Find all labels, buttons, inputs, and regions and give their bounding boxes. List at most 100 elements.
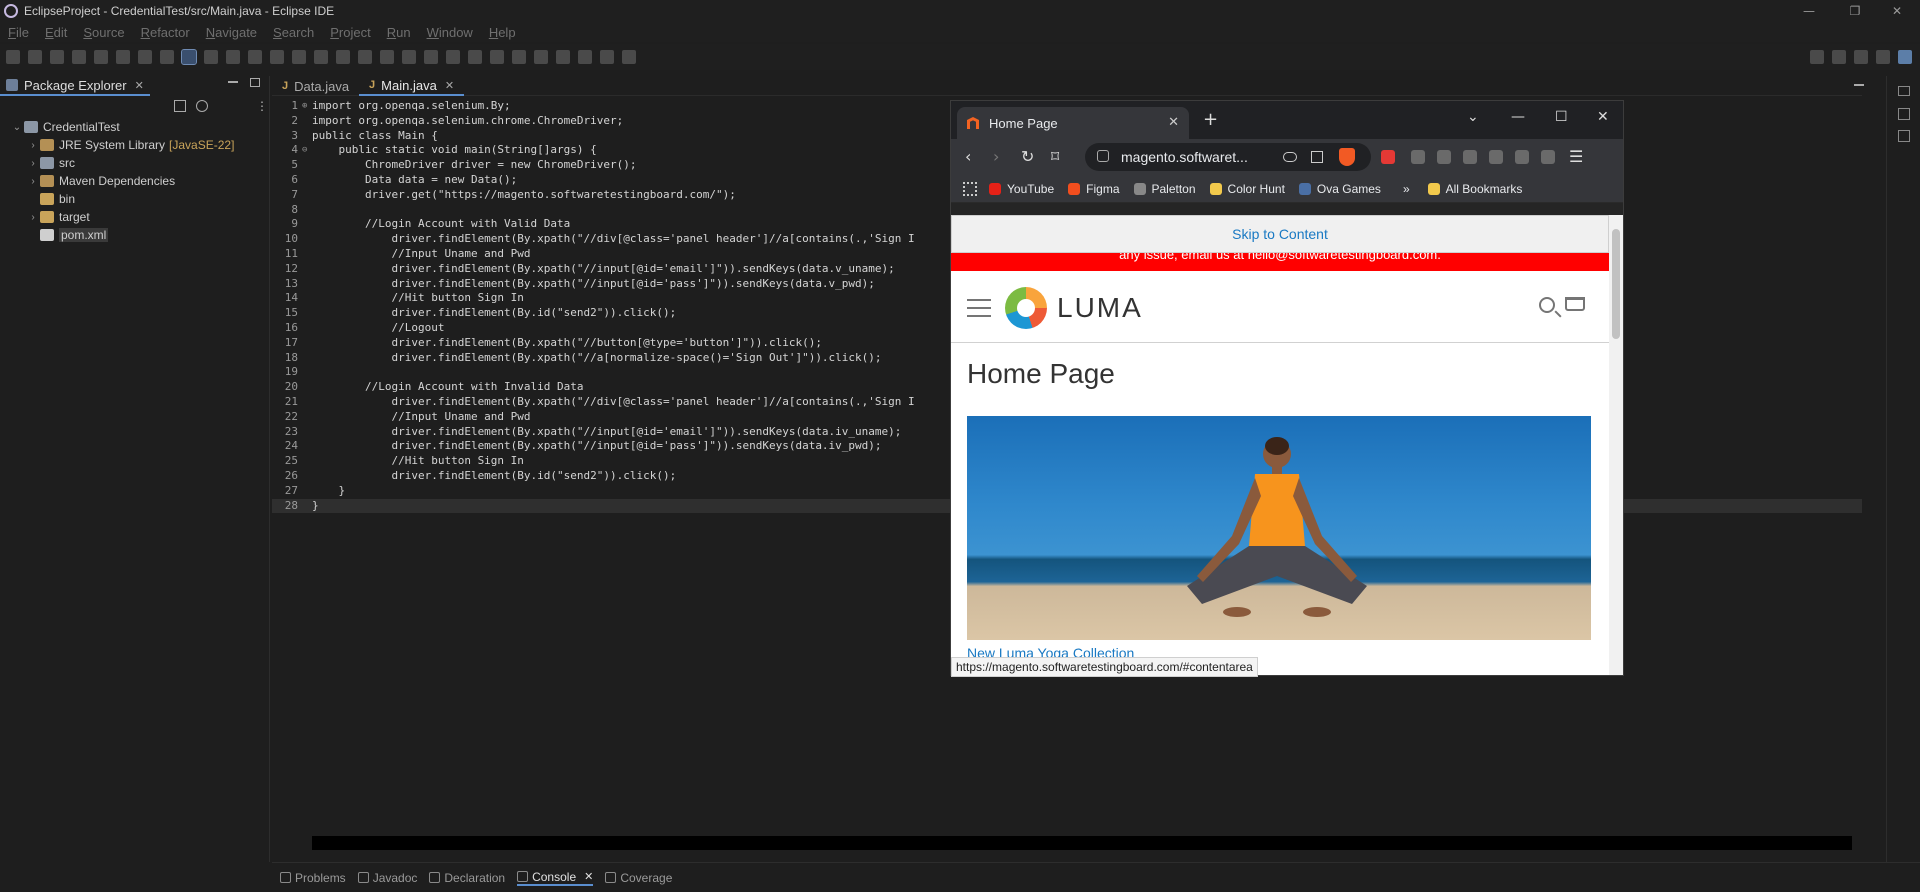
debug-perspective-icon[interactable] <box>1876 50 1890 64</box>
bookmark-icon[interactable]: ⌑ <box>1051 147 1059 166</box>
password-key-icon[interactable] <box>1283 152 1297 162</box>
minimize-editor-icon[interactable] <box>1854 84 1864 86</box>
coverage-icon[interactable] <box>380 50 394 64</box>
search-icon[interactable] <box>1539 297 1555 313</box>
next-annotation-icon[interactable] <box>490 50 504 64</box>
forward-icon[interactable] <box>600 50 614 64</box>
tree-item[interactable]: › JRE System Library [JavaSE-22] <box>10 136 270 154</box>
last-edit-icon[interactable] <box>556 50 570 64</box>
browser-menu-icon[interactable]: ☰ <box>1569 147 1583 166</box>
menu-project[interactable]: Project <box>330 25 370 40</box>
restore-icon[interactable] <box>1898 86 1910 96</box>
scrollbar-thumb[interactable] <box>1612 229 1620 339</box>
java-perspective-icon[interactable] <box>1854 50 1868 64</box>
share-icon[interactable] <box>1311 151 1323 163</box>
sidebar-icon[interactable] <box>1463 150 1477 164</box>
tab-main-java[interactable]: J Main.java ✕ <box>359 76 465 96</box>
maximize-editor-icon[interactable] <box>622 50 636 64</box>
hero-banner-image[interactable] <box>967 416 1591 640</box>
reload-icon[interactable]: ↻ <box>1021 147 1034 166</box>
open-perspective-icon[interactable] <box>1832 50 1846 64</box>
save-icon[interactable] <box>28 50 42 64</box>
cart-icon[interactable] <box>1565 297 1585 311</box>
new-server-icon[interactable] <box>424 50 438 64</box>
close-icon[interactable]: ✕ <box>135 79 144 92</box>
chevron-right-icon[interactable]: › <box>26 176 40 187</box>
toggle-breadcrumb-icon[interactable] <box>204 50 218 64</box>
link-with-editor-icon[interactable] <box>196 100 208 112</box>
pin-editor-icon[interactable] <box>534 50 548 64</box>
brave-shields-icon[interactable] <box>1339 148 1355 166</box>
tab-console[interactable]: Console ✕ <box>517 870 594 886</box>
terminal-icon[interactable] <box>116 50 130 64</box>
hamburger-menu-icon[interactable] <box>967 299 991 317</box>
menu-source[interactable]: Source <box>83 25 124 40</box>
new-java-class-icon[interactable] <box>160 50 174 64</box>
toggle-mark-occurrences-icon[interactable] <box>181 49 197 65</box>
back-icon[interactable] <box>578 50 592 64</box>
tab-coverage[interactable]: Coverage <box>605 871 672 885</box>
outline-icon[interactable] <box>1898 108 1910 120</box>
undo-icon[interactable] <box>72 50 86 64</box>
tab-declaration[interactable]: Declaration <box>429 871 505 885</box>
eclipse-perspective-icon[interactable] <box>1898 50 1912 64</box>
tree-item[interactable]: › Maven Dependencies <box>10 172 270 190</box>
view-menu-icon[interactable]: ⋮ <box>256 99 268 113</box>
collapse-all-icon[interactable] <box>174 100 186 112</box>
maximize-view-icon[interactable] <box>250 78 260 87</box>
more-bookmarks-chevron-icon[interactable]: » <box>1403 182 1410 196</box>
tree-item[interactable]: ⌄ CredentialTest <box>10 118 270 136</box>
menu-refactor[interactable]: Refactor <box>141 25 190 40</box>
extension-audio-icon[interactable] <box>1381 150 1395 164</box>
external-tools-icon[interactable] <box>402 50 416 64</box>
bookmark-item[interactable]: Paletton <box>1133 182 1196 196</box>
tab-search-chevron-icon[interactable]: ⌄ <box>1467 109 1479 125</box>
skip-to-content-link[interactable]: Skip to Content <box>951 215 1609 253</box>
bookmark-item[interactable]: YouTube <box>989 182 1054 196</box>
menu-window[interactable]: Window <box>427 25 473 40</box>
menu-help[interactable]: Help <box>489 25 516 40</box>
back-arrow-icon[interactable]: ‹ <box>965 147 971 166</box>
bookmark-item[interactable]: Ova Games <box>1298 182 1381 196</box>
menu-navigate[interactable]: Navigate <box>206 25 257 40</box>
new-icon[interactable] <box>6 50 20 64</box>
minimize-button[interactable]: — <box>1786 0 1832 22</box>
menu-run[interactable]: Run <box>387 25 411 40</box>
browser-maximize-icon[interactable]: ☐ <box>1555 109 1568 125</box>
word-wrap-icon[interactable] <box>226 50 240 64</box>
tab-javadoc[interactable]: Javadoc <box>357 871 417 885</box>
menu-file[interactable]: File <box>8 25 29 40</box>
close-icon[interactable]: ✕ <box>584 870 593 883</box>
bookmark-item[interactable]: Color Hunt <box>1209 182 1285 196</box>
show-whitespace-icon[interactable] <box>270 50 284 64</box>
tab-problems[interactable]: Problems <box>280 871 346 885</box>
quick-access-icon[interactable] <box>1810 50 1824 64</box>
tab-data-java[interactable]: J Data.java <box>272 76 359 96</box>
address-bar[interactable]: magento.softwaret... <box>1085 143 1371 171</box>
forward-arrow-icon[interactable]: › <box>993 147 999 166</box>
tree-item[interactable]: › target <box>10 208 270 226</box>
browser-minimize-icon[interactable]: — <box>1511 109 1525 125</box>
minimize-view-icon[interactable] <box>228 81 238 83</box>
tree-item[interactable]: › src <box>10 154 270 172</box>
block-selection-icon[interactable] <box>248 50 262 64</box>
menu-edit[interactable]: Edit <box>45 25 67 40</box>
wallet-icon[interactable] <box>1489 150 1503 164</box>
package-explorer-tab[interactable]: Package Explorer ✕ <box>0 76 150 96</box>
close-window-button[interactable]: ✕ <box>1874 0 1920 22</box>
fold-marker-icon[interactable]: ⊖ <box>302 143 312 158</box>
new-tab-plus-icon[interactable]: + <box>1203 109 1218 130</box>
open-type-icon[interactable] <box>314 50 328 64</box>
vpn-shield-icon[interactable] <box>1541 150 1555 164</box>
bookmark-item[interactable]: Figma <box>1068 182 1120 196</box>
all-bookmarks-folder[interactable]: All Bookmarks <box>1427 182 1522 196</box>
chevron-right-icon[interactable]: › <box>26 158 40 169</box>
apps-grid-icon[interactable] <box>963 181 977 196</box>
browser-close-icon[interactable]: ✕ <box>1597 109 1609 125</box>
fold-marker-icon[interactable]: ⊕ <box>302 99 312 114</box>
page-scrollbar[interactable] <box>1609 215 1623 675</box>
previous-annotation-icon[interactable] <box>512 50 526 64</box>
close-icon[interactable]: ✕ <box>445 79 454 92</box>
leo-ai-icon[interactable] <box>1515 150 1529 164</box>
close-icon[interactable]: ✕ <box>1168 114 1179 130</box>
